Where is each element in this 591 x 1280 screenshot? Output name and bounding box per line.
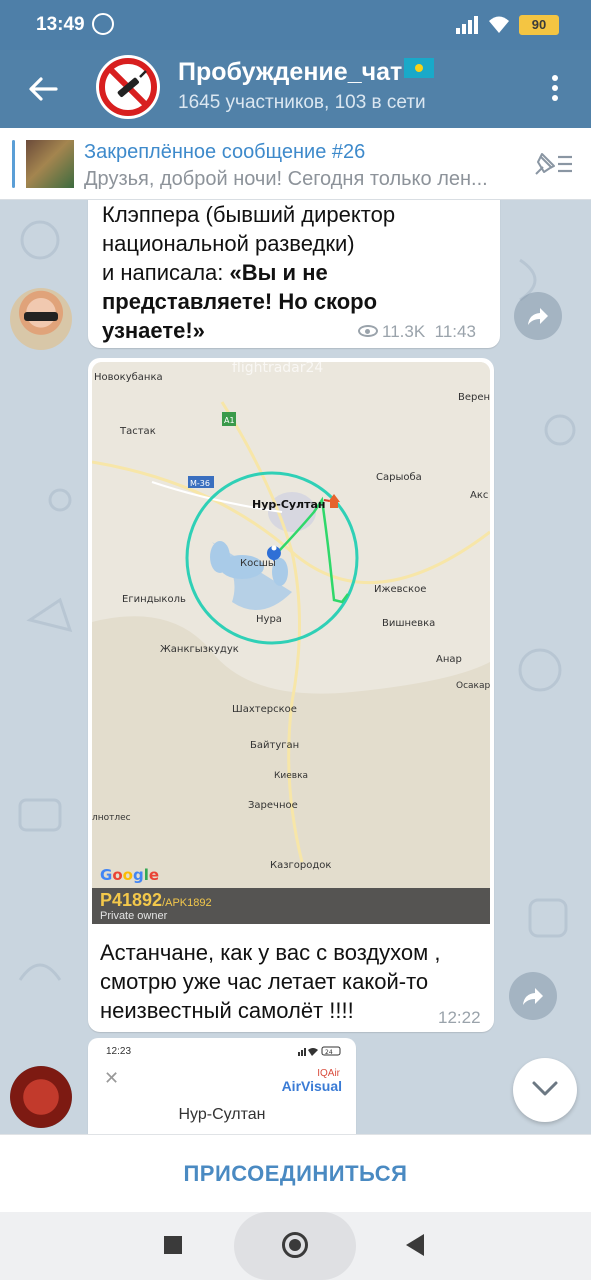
- svg-text:Вишневка: Вишневка: [382, 618, 435, 629]
- svg-text:Байтуган: Байтуган: [250, 740, 299, 751]
- svg-text:Егиндыколь: Егиндыколь: [122, 594, 186, 605]
- share-arrow-icon: [528, 308, 548, 325]
- chevron-down-icon: [532, 1081, 558, 1096]
- svg-text:Сарыоба: Сарыоба: [376, 472, 422, 483]
- wifi-icon: [489, 16, 509, 33]
- pinned-list-icon[interactable]: [530, 148, 574, 180]
- svg-text:Акс: Акс: [470, 490, 488, 501]
- pinned-text: Друзья, доброй ночи! Сегодня только лен.…: [84, 168, 488, 190]
- svg-text:Осакар: Осакар: [456, 681, 490, 691]
- svg-text:Ижевское: Ижевское: [374, 584, 426, 595]
- message-bold-text: представляете! Но скоро узнаете!»: [102, 289, 378, 343]
- svg-text:Киевка: Киевка: [274, 771, 308, 781]
- svg-text:M-36: M-36: [190, 479, 210, 488]
- svg-text:лнотлес: лнотлес: [92, 813, 131, 823]
- status-bar: 13:49 90: [0, 0, 591, 50]
- message-line: Клэппера (бывший директор: [102, 202, 396, 227]
- map-graphic: Новокубанка Тастак A1 M-36 Нур-Султан Ко…: [92, 362, 490, 924]
- chat-area[interactable]: Клэппера (бывший директор национальной р…: [0, 200, 591, 1134]
- message-line: национальной разведки): [102, 231, 355, 256]
- chat-avatar[interactable]: [96, 55, 160, 119]
- svg-text:Казгородок: Казгородок: [270, 860, 331, 871]
- flight-code: P41892/APK1892: [100, 890, 212, 911]
- chat-title-text: Пробуждение_чат: [178, 58, 403, 86]
- svg-text:Шахтерское: Шахтерское: [232, 704, 297, 715]
- svg-text:Нура: Нура: [256, 614, 282, 625]
- message-bubble-screenshot[interactable]: 12:23 24 ✕ IQAir AirVisual Нур-Султан: [88, 1038, 356, 1134]
- view-count: 11.3K: [382, 322, 426, 341]
- forward-button[interactable]: [509, 972, 557, 1020]
- svg-text:Заречное: Заречное: [248, 800, 298, 811]
- airvisual-brand: AirVisual: [281, 1078, 342, 1094]
- more-options-icon[interactable]: [546, 72, 564, 106]
- message-line: и написала:: [102, 260, 230, 285]
- svg-text:Анар: Анар: [436, 654, 462, 665]
- svg-text:Тастак: Тастак: [119, 426, 156, 437]
- message-bubble-photo[interactable]: Новокубанка Тастак A1 M-36 Нур-Султан Ко…: [88, 358, 494, 1032]
- chat-member-count: 1645 участников, 103 в сети: [178, 92, 426, 113]
- join-bar: ПРИСОЕДИНИТЬСЯ: [0, 1134, 591, 1212]
- svg-text:A1: A1: [224, 416, 235, 425]
- city-name: Нур-Султан: [178, 1106, 266, 1123]
- flight-code-text: P41892: [100, 890, 163, 910]
- close-icon: ✕: [104, 1068, 120, 1088]
- flight-map-image[interactable]: Новокубанка Тастак A1 M-36 Нур-Султан Ко…: [92, 362, 490, 924]
- forward-button[interactable]: [514, 292, 562, 340]
- sender-avatar[interactable]: [10, 1066, 72, 1128]
- pinned-title: Закреплённое сообщение #26: [84, 141, 366, 163]
- message-time: 12:22: [438, 1008, 481, 1027]
- kazakhstan-flag-icon: [404, 58, 435, 78]
- battery-icon: 90: [519, 15, 559, 35]
- flight-owner: Private owner: [100, 910, 168, 922]
- message-caption: Астанчане, как у вас с воздухом , смотрю…: [100, 940, 441, 1023]
- views-eye-icon: [358, 325, 378, 337]
- pinned-indicator: [12, 140, 15, 188]
- screenshot-time: 12:23: [106, 1046, 132, 1057]
- status-time: 13:49: [36, 14, 85, 35]
- back-triangle-icon[interactable]: [406, 1234, 424, 1256]
- share-arrow-icon: [523, 988, 543, 1005]
- svg-text:Косшы: Косшы: [240, 558, 276, 569]
- chat-header: Пробуждение_чат 1645 участников, 103 в с…: [0, 50, 591, 128]
- svg-text:Верен: Верен: [458, 392, 490, 403]
- message-meta: 11.3K 11:43: [358, 322, 476, 342]
- home-icon[interactable]: [282, 1232, 308, 1258]
- pinned-thumbnail: [26, 140, 74, 188]
- whatsapp-notification-icon: [92, 13, 114, 35]
- svg-text:Google: Google: [100, 866, 159, 884]
- back-arrow-icon[interactable]: [26, 72, 60, 106]
- message-time: 11:43: [434, 322, 476, 341]
- pinned-message-bar[interactable]: Закреплённое сообщение #26 Друзья, добро…: [0, 128, 591, 200]
- flight-info-bar: P41892/APK1892 Private owner: [92, 888, 490, 924]
- message-bold-text: «Вы и не: [229, 260, 328, 285]
- svg-text:flightradar24: flightradar24: [232, 362, 323, 376]
- svg-text:Жанкгызкудук: Жанкгызкудук: [160, 644, 239, 655]
- message-bubble-text[interactable]: Клэппера (бывший директор национальной р…: [88, 200, 500, 348]
- sender-avatar[interactable]: [10, 288, 72, 350]
- signal-icon: [456, 16, 478, 34]
- join-button[interactable]: ПРИСОЕДИНИТЬСЯ: [0, 1135, 591, 1213]
- system-nav-bar: [0, 1212, 591, 1280]
- scroll-to-bottom-button[interactable]: [513, 1058, 577, 1122]
- chat-title[interactable]: Пробуждение_чат: [178, 58, 435, 87]
- svg-text:Нур-Султан: Нур-Султан: [252, 498, 326, 511]
- flight-alt-code: /APK1892: [162, 897, 212, 909]
- svg-text:Новокубанка: Новокубанка: [94, 372, 163, 383]
- screenshot-battery: 24: [325, 1049, 333, 1056]
- recents-icon[interactable]: [164, 1236, 182, 1254]
- screenshot-status-icons: 24: [298, 1046, 341, 1056]
